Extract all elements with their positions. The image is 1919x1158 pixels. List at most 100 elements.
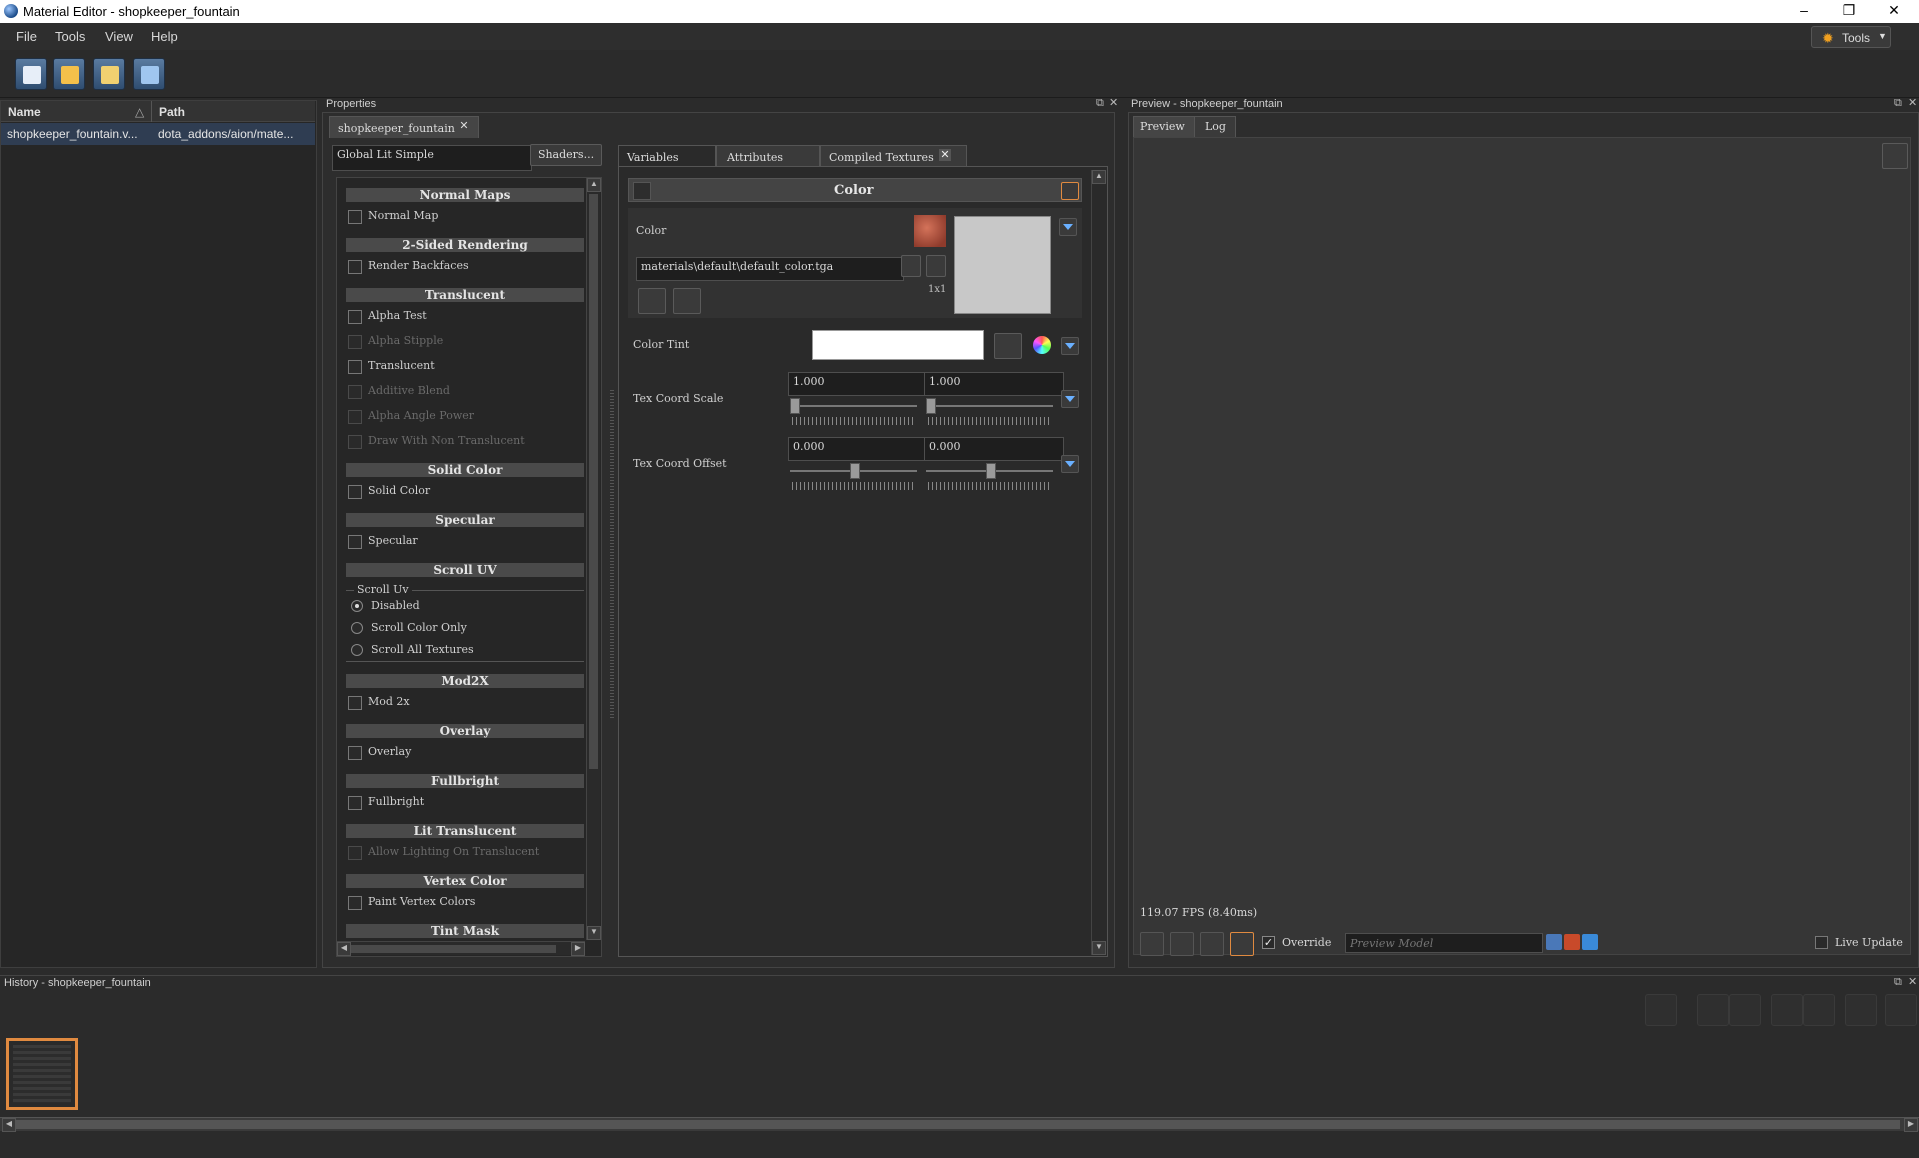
save-button[interactable]	[93, 58, 125, 90]
tab-shopkeeper-fountain[interactable]: shopkeeper_fountain ✕	[329, 116, 479, 138]
menu-help[interactable]: Help	[151, 29, 178, 44]
restore-button[interactable]: ❐	[1826, 0, 1872, 23]
scroll-left-icon[interactable]: ◀	[2, 1118, 16, 1132]
new-material-button[interactable]	[15, 58, 47, 90]
search-icon[interactable]	[1546, 934, 1562, 950]
scroll-thumb[interactable]	[351, 945, 556, 953]
color-tint-swatch[interactable]	[812, 330, 984, 360]
checkbox[interactable]	[348, 485, 362, 499]
texture-thumbnail[interactable]	[914, 215, 946, 247]
scale-y-slider-track[interactable]	[926, 405, 1053, 407]
undo-icon[interactable]	[1697, 994, 1729, 1026]
tex-coord-scale-x[interactable]: 1.000	[788, 372, 927, 396]
color-wheel-icon[interactable]	[1033, 336, 1051, 354]
scroll-right-icon[interactable]: ▶	[1904, 1118, 1918, 1132]
history-hscrollbar[interactable]: ◀ ▶	[0, 1117, 1919, 1132]
scale-y-slider-handle[interactable]	[926, 398, 936, 414]
checkbox[interactable]	[348, 260, 362, 274]
tools-dropdown-button[interactable]: ✹ Tools ▼	[1811, 26, 1891, 48]
last-step-icon[interactable]	[1803, 994, 1835, 1026]
radio-button[interactable]	[351, 644, 363, 656]
character-pose-icon[interactable]	[1230, 932, 1254, 956]
tab-attributes[interactable]: Attributes	[716, 145, 820, 168]
viewport-settings-gear-icon[interactable]	[1882, 143, 1908, 169]
scroll-left-icon[interactable]: ◀	[337, 942, 351, 956]
browse-model-icon[interactable]	[1582, 934, 1598, 950]
offset-x-slider-handle[interactable]	[849, 463, 860, 479]
redo-icon[interactable]	[1729, 994, 1761, 1026]
scroll-up-icon[interactable]: ▲	[1092, 170, 1106, 184]
minimize-button[interactable]: –	[1781, 0, 1827, 23]
tint-dropdown-icon[interactable]	[1061, 337, 1079, 355]
checkbox[interactable]	[348, 360, 362, 374]
checkbox[interactable]	[348, 310, 362, 324]
first-step-icon[interactable]	[1771, 994, 1803, 1026]
scroll-thumb[interactable]	[16, 1120, 1900, 1129]
scroll-up-icon[interactable]: ▲	[587, 178, 601, 192]
trash-icon[interactable]	[1845, 994, 1877, 1026]
tab-variables[interactable]: Variables	[618, 145, 716, 168]
splitter-handle[interactable]	[610, 390, 614, 720]
eyedropper-icon[interactable]	[994, 333, 1022, 359]
radio-button[interactable]	[351, 600, 363, 612]
close-icon[interactable]: ✕	[1109, 96, 1118, 109]
scale-x-slider-track[interactable]	[790, 405, 917, 407]
override-checkbox[interactable]: ✓	[1262, 936, 1275, 949]
color-dropdown-icon[interactable]	[1059, 218, 1077, 236]
scale-dropdown-icon[interactable]	[1061, 390, 1079, 408]
color-group-header[interactable]: Color	[628, 178, 1082, 202]
menu-view[interactable]: View	[105, 29, 133, 44]
shaders-button[interactable]: Shaders...	[530, 144, 602, 166]
offset-dropdown-icon[interactable]	[1061, 455, 1079, 473]
offset-y-slider-handle[interactable]	[985, 463, 996, 479]
scroll-down-icon[interactable]: ▼	[1092, 941, 1106, 955]
checkbox[interactable]	[348, 210, 362, 224]
group-options-icon[interactable]	[633, 182, 651, 200]
stop-icon[interactable]	[1200, 932, 1224, 956]
tab-log[interactable]: Log	[1194, 116, 1236, 137]
tab-close-icon[interactable]: ✕	[939, 149, 951, 161]
close-icon[interactable]: ✕	[1908, 96, 1917, 109]
texture-path-field[interactable]: materials\default\default_color.tga	[636, 257, 904, 281]
browse-folder-icon[interactable]	[901, 255, 921, 277]
tab-compiled-textures[interactable]: Compiled Textures ✕	[820, 145, 967, 168]
texture-tool-icon[interactable]	[638, 288, 666, 314]
column-path[interactable]: Path	[159, 105, 185, 119]
close-button[interactable]: ✕	[1871, 0, 1917, 23]
open-button[interactable]	[53, 58, 85, 90]
tex-coord-scale-y[interactable]: 1.000	[924, 372, 1064, 396]
remove-model-icon[interactable]	[1564, 934, 1580, 950]
feature-list-hscrollbar[interactable]: ◀ ▶	[337, 941, 585, 956]
collapse-icon[interactable]	[1061, 182, 1079, 200]
scroll-thumb[interactable]	[589, 194, 598, 769]
preview-model-input[interactable]	[1345, 933, 1543, 953]
gear-icon[interactable]	[673, 288, 701, 314]
camera-icon[interactable]	[1645, 994, 1677, 1026]
variables-vscrollbar[interactable]: ▲ ▼	[1091, 170, 1106, 955]
checkbox[interactable]	[348, 796, 362, 810]
history-thumbnail[interactable]	[6, 1038, 78, 1110]
menu-file[interactable]: File	[16, 29, 37, 44]
play-icon[interactable]	[1140, 932, 1164, 956]
menu-tools[interactable]: Tools	[55, 29, 85, 44]
close-icon[interactable]: ✕	[1908, 975, 1917, 988]
scroll-down-icon[interactable]: ▼	[587, 926, 601, 940]
search-icon[interactable]	[926, 255, 946, 277]
checkbox[interactable]	[348, 896, 362, 910]
tab-preview[interactable]: Preview	[1133, 116, 1195, 137]
float-icon[interactable]: ⧉	[1894, 976, 1902, 989]
float-icon[interactable]: ⧉	[1894, 97, 1902, 110]
float-icon[interactable]: ⧉	[1096, 97, 1104, 110]
shader-field[interactable]: Global Lit Simple	[332, 145, 532, 171]
feature-list-vscrollbar[interactable]: ▲ ▼	[586, 178, 601, 940]
pause-icon[interactable]	[1170, 932, 1194, 956]
tex-coord-offset-y[interactable]: 0.000	[924, 437, 1064, 461]
column-name[interactable]: Name	[8, 105, 41, 119]
checkbox[interactable]	[348, 535, 362, 549]
file-list-row[interactable]: shopkeeper_fountain.v... dota_addons/aio…	[1, 123, 315, 145]
checkbox[interactable]	[348, 746, 362, 760]
scroll-right-icon[interactable]: ▶	[571, 942, 585, 956]
gear-icon[interactable]	[1885, 994, 1917, 1026]
tab-close-icon[interactable]: ✕	[458, 120, 470, 132]
preview-viewport[interactable]	[1133, 137, 1911, 955]
